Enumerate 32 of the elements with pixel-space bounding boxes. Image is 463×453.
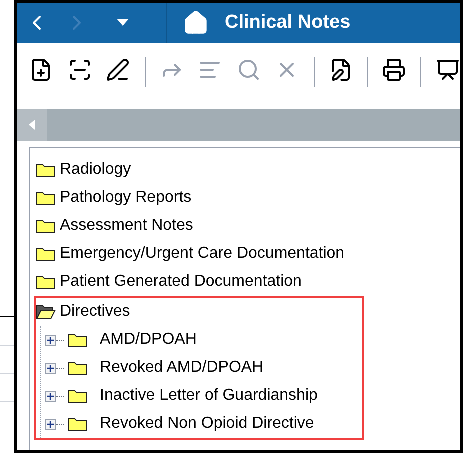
tree-item-label[interactable]: Revoked AMD/DPOAH: [100, 356, 264, 380]
folder-icon: [68, 332, 88, 348]
tree-item-label[interactable]: Patient Generated Documentation: [60, 270, 302, 294]
folder-icon: [68, 388, 88, 404]
folder-icon: [68, 360, 88, 376]
expand-toggle[interactable]: [45, 362, 56, 374]
printer-icon[interactable]: [382, 57, 406, 83]
window-title: Clinical Notes: [225, 10, 351, 35]
folder-icon: [68, 416, 88, 432]
chart-board-icon[interactable]: [435, 57, 460, 83]
expand-toggle[interactable]: [45, 418, 56, 430]
tree-item-label[interactable]: Inactive Letter of Guardianship: [100, 384, 318, 408]
dropdown-icon[interactable]: [117, 19, 129, 27]
tree-item-label[interactable]: AMD/DPOAH: [100, 328, 197, 352]
expand-toggle[interactable]: [45, 390, 56, 402]
home-icon[interactable]: [183, 10, 209, 36]
folder-icon: [36, 246, 56, 262]
folder-icon: [36, 162, 56, 178]
folder-icon: [36, 190, 56, 206]
tree-item-label[interactable]: Pathology Reports: [60, 186, 192, 210]
tree-item-label[interactable]: Assessment Notes: [60, 214, 194, 238]
pen-icon[interactable]: [106, 57, 131, 83]
expand-toggle[interactable]: [45, 334, 56, 346]
scanner-icon[interactable]: [68, 57, 92, 83]
tree-item-label[interactable]: Directives: [60, 300, 130, 324]
tree-item-label[interactable]: Radiology: [60, 158, 132, 182]
folder-icon: [36, 218, 56, 234]
folder-icon: [36, 274, 56, 290]
tree-item-label[interactable]: Emergency/Urgent Care Documentation: [60, 242, 345, 266]
tree-item-label[interactable]: Revoked Non Opioid Directive: [100, 412, 314, 436]
open-folder-icon: [36, 304, 56, 320]
left-arrow-icon: [29, 120, 35, 130]
